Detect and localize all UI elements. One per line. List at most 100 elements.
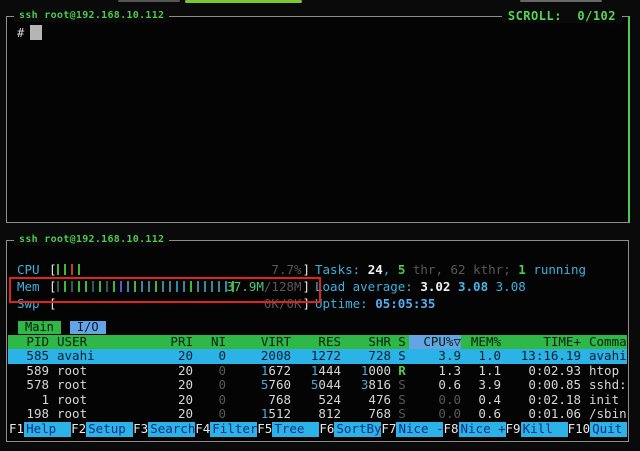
cell-pid: 589 (8, 364, 49, 379)
meter-bar (71, 264, 74, 275)
fkey-search[interactable]: F3Search (133, 422, 195, 437)
stat-segment: 3.08 (458, 279, 496, 294)
cell-ni: 0 (193, 393, 226, 408)
col-command[interactable]: Command (589, 335, 627, 350)
fkey-label: Tree (272, 422, 319, 437)
cpu-meter-value: 7.7% (271, 261, 301, 278)
col-shr[interactable]: SHR (341, 335, 391, 350)
cpu-meter-bars: 7.7% (57, 261, 303, 278)
process-row-585[interactable]: 585avahi20020081272728S3.91.013:16.19ava… (8, 349, 627, 364)
col-user[interactable]: USER (57, 335, 145, 350)
fkey-kill[interactable]: F9Kill (506, 422, 568, 437)
cell-time: 13:16.19 (501, 349, 581, 364)
scrubber-dash (520, 0, 602, 2)
fkey-tree[interactable]: F5Tree (257, 422, 319, 437)
tab-main[interactable]: Main (18, 321, 61, 334)
terminal-pane-htop[interactable]: CPU[7.7%] Mem[37.9M/128M] Swp[0K/0K] Tas… (6, 240, 629, 442)
cell-time: 0:02.18 (501, 393, 581, 408)
stat-segment: running (526, 262, 586, 277)
cell-res: 5044 (291, 378, 341, 393)
fkey-nice-[interactable]: F7Nice - (381, 422, 443, 437)
cell-cmd: init [3] (589, 393, 627, 408)
prompt-char: # (17, 26, 24, 40)
stat-segment: ; (503, 262, 518, 277)
col-mem[interactable]: MEM% (461, 335, 501, 350)
fkey-key: F1 (9, 422, 24, 437)
fkey-key: F6 (319, 422, 334, 437)
col-pri[interactable]: PRI (145, 335, 193, 350)
shell-prompt[interactable]: # (17, 25, 42, 41)
meter-bar (78, 264, 81, 275)
fkey-key: F4 (195, 422, 210, 437)
fkey-key: F5 (257, 422, 272, 437)
col-res[interactable]: RES (291, 335, 341, 350)
cell-virt: 5760 (226, 378, 291, 393)
cell-shr: 3816 (341, 378, 391, 393)
process-table-header: PID USER PRI NI VIRT RES SHR S CPU%▽ MEM… (8, 335, 627, 350)
cell-s: S (395, 378, 409, 393)
cell-res: 812 (291, 407, 341, 422)
meter-bar (57, 264, 60, 275)
cell-cmd: htop (589, 364, 627, 379)
process-row-589[interactable]: 589root200167214441000R1.31.10:02.93htop (8, 364, 627, 379)
cell-ni: 0 (193, 364, 226, 379)
cell-pri: 20 (145, 364, 193, 379)
stat-segment: , (383, 262, 398, 277)
cell-user: root (57, 364, 145, 379)
fkey-quit[interactable]: F10Quit (568, 422, 627, 437)
cell-mem: 1.1 (461, 364, 501, 379)
cell-ni: 0 (193, 378, 226, 393)
stat-segment: 3.02 (420, 279, 458, 294)
cell-s: S (395, 349, 409, 364)
process-row-1[interactable]: 1root200768524476S0.00.40:02.18init [3] (8, 393, 627, 408)
fkey-setup[interactable]: F2Setup (71, 422, 133, 437)
tasks-summary: Tasks: 24, 5 thr, 62 kthr; 1 running (315, 261, 586, 278)
cell-pid: 578 (8, 378, 49, 393)
cell-res: 1444 (291, 364, 341, 379)
bracket-open: [ (49, 261, 57, 278)
cell-user: root (57, 378, 145, 393)
fkey-nice-[interactable]: F8Nice + (443, 422, 505, 437)
fkey-label: Kill (521, 422, 568, 437)
cell-pid: 1 (8, 393, 49, 408)
fkey-label: Help (24, 422, 71, 437)
text-cursor (30, 25, 42, 40)
cell-shr: 1000 (341, 364, 391, 379)
fkey-label: Nice - (396, 422, 443, 437)
fkey-key: F3 (133, 422, 148, 437)
cell-ni: 0 (193, 349, 226, 364)
col-state[interactable]: S (395, 335, 409, 350)
bracket-close: ] (303, 261, 311, 278)
cell-mem: 3.9 (461, 378, 501, 393)
col-pid[interactable]: PID (8, 335, 49, 350)
cell-pri: 20 (145, 378, 193, 393)
cell-cpu: 1.3 (409, 364, 461, 379)
col-ni[interactable]: NI (193, 335, 226, 350)
cell-mem: 0.4 (461, 393, 501, 408)
cell-cpu: 0.6 (409, 378, 461, 393)
col-cpu-sort[interactable]: CPU%▽ (409, 335, 461, 350)
cpu-meter-label: CPU (17, 261, 49, 278)
cell-cmd: sshd: root@pts/1 (589, 378, 627, 393)
col-virt[interactable]: VIRT (226, 335, 291, 350)
cpu-meter: CPU[7.7%] (7, 261, 310, 278)
fkey-help[interactable]: F1Help (9, 422, 71, 437)
cell-s: S (395, 393, 409, 408)
fkey-filter[interactable]: F4Filter (195, 422, 257, 437)
stat-segment: Uptime: (315, 296, 375, 311)
tab-io[interactable]: I/O (70, 321, 106, 334)
cell-time: 0:00.85 (501, 378, 581, 393)
process-row-198[interactable]: 198root2001512812768S0.00.60:01.06/sbin/… (8, 407, 627, 422)
stat-segment: thr (405, 262, 435, 277)
scroll-indicator: SCROLL: 0/102 (502, 9, 622, 23)
stat-segment: Tasks: (315, 262, 368, 277)
cell-user: avahi (57, 349, 145, 364)
col-time[interactable]: TIME+ (501, 335, 581, 350)
terminal-pane-shell[interactable]: # (6, 16, 630, 223)
process-row-578[interactable]: 578 root200576050443816 S0.63.90:00.85 sshd… (8, 378, 627, 393)
cell-s: R (395, 364, 409, 379)
cell-cpu: 0.0 (409, 393, 461, 408)
fkey-sortby[interactable]: F6SortBy (319, 422, 381, 437)
stat-segment: 24 (368, 262, 383, 277)
htop-app: CPU[7.7%] Mem[37.9M/128M] Swp[0K/0K] Tas… (7, 241, 628, 441)
